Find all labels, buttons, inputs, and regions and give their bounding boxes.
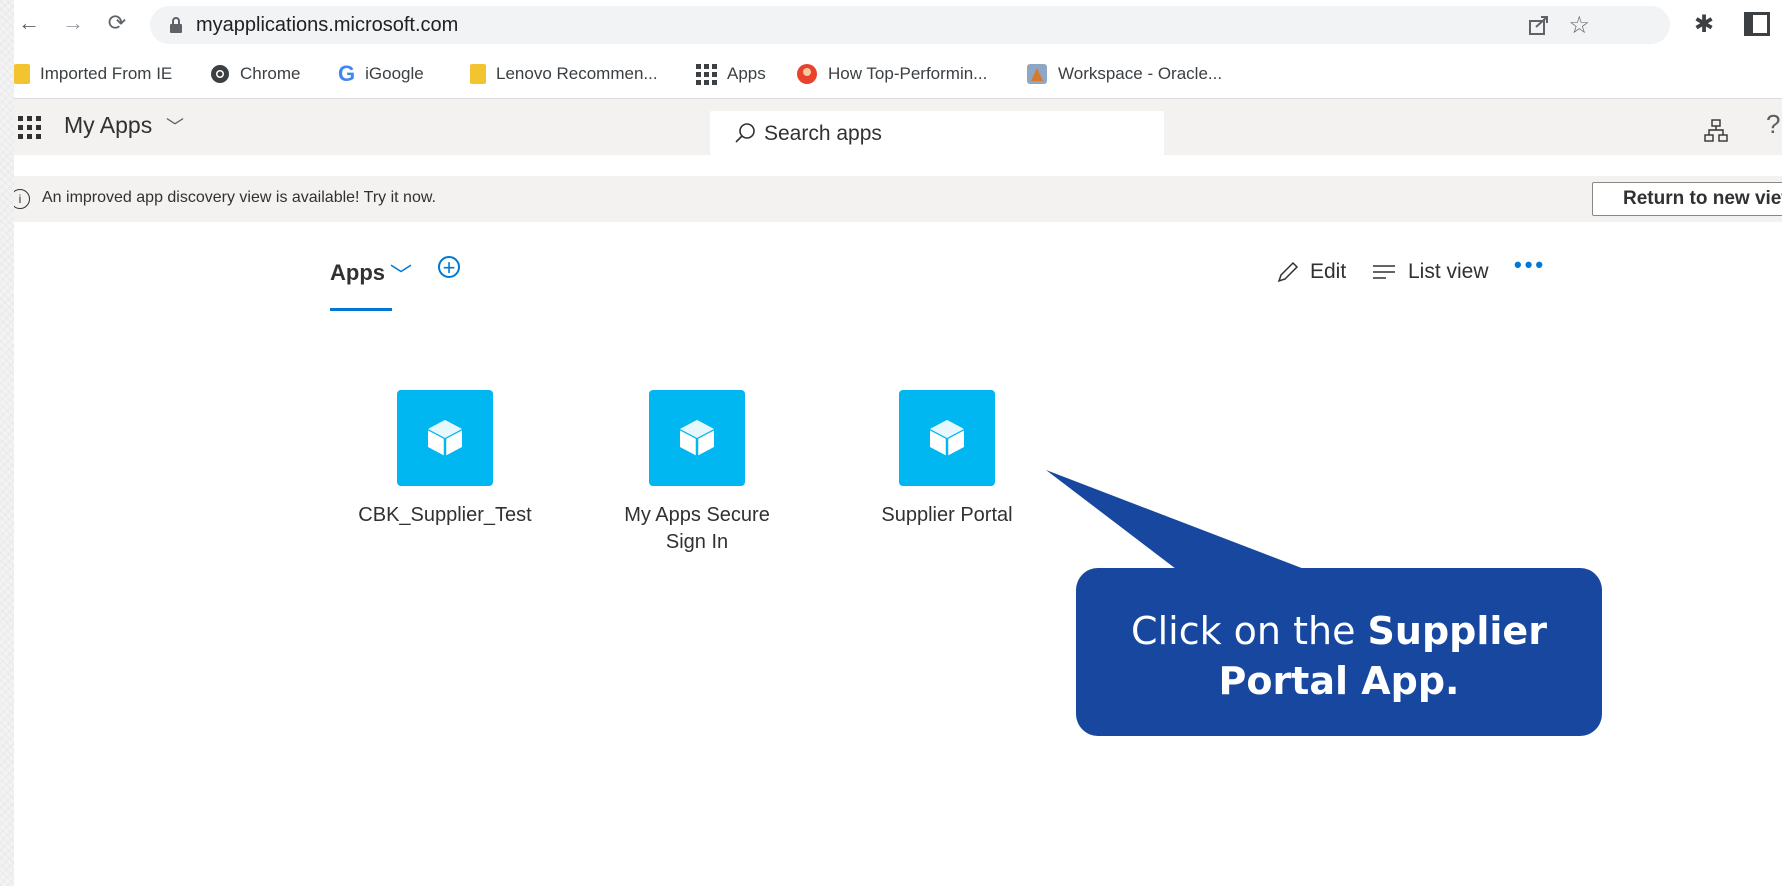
callout-text-plain: Click on the xyxy=(1131,609,1356,653)
instruction-callout: Click on the Supplier Portal App. xyxy=(1076,568,1602,736)
callout-pointer xyxy=(1046,470,1312,572)
